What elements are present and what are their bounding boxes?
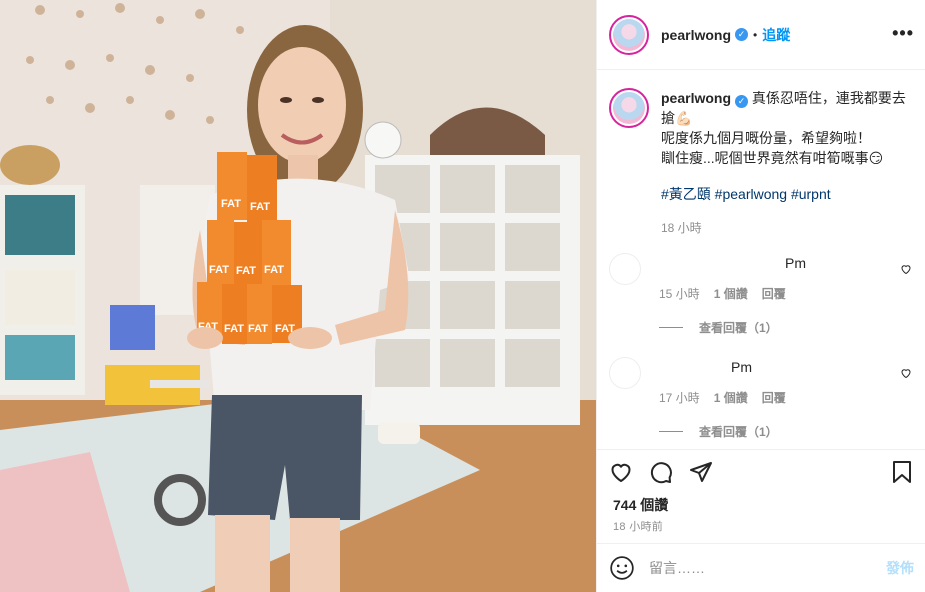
author-username[interactable]: pearlwong <box>661 27 731 43</box>
comment-time[interactable]: 17 小時 <box>659 391 700 405</box>
post-time-ago[interactable]: 18 小時前 <box>613 518 663 534</box>
photo-illustration: FAT FAT FAT FAT FAT FAT FAT FAT FAT <box>0 0 596 592</box>
comment-item: Pm 15 小時 1 個讚 回覆 查看回覆（1） <box>609 253 914 343</box>
comment-likes[interactable]: 1 個讚 <box>714 391 748 405</box>
svg-text:FAT: FAT <box>236 265 256 277</box>
instagram-post-modal: FAT FAT FAT FAT FAT FAT FAT FAT FAT pearlwong … <box>0 0 925 592</box>
follow-button[interactable]: 追蹤 <box>762 25 790 45</box>
comment-like-heart-icon[interactable] <box>900 367 912 379</box>
commenter-name[interactable]: Pm <box>785 255 806 271</box>
post-caption: pearlwong ✓ 真係忍唔住，連我都要去搶💪🏻 呢度係九個月嘅份量，希望夠啦… <box>609 88 909 238</box>
author-avatar[interactable] <box>609 14 649 55</box>
post-photo[interactable]: FAT FAT FAT FAT FAT FAT FAT FAT FAT <box>0 0 596 592</box>
svg-text:FAT: FAT <box>209 264 229 276</box>
comment-time[interactable]: 15 小時 <box>659 287 700 301</box>
commenter-name[interactable]: Pm <box>731 359 752 375</box>
commenter-avatar[interactable] <box>609 253 641 285</box>
share-icon[interactable] <box>689 460 713 484</box>
svg-text:FAT: FAT <box>224 323 244 335</box>
caption-hashtags[interactable]: #黃乙頤 #pearlwong #urpnt <box>661 184 909 204</box>
comment-meta: 15 小時 1 個讚 回覆 <box>659 285 800 302</box>
emoji-icon[interactable] <box>609 555 635 581</box>
svg-text:FAT: FAT <box>250 201 270 213</box>
comment-reply-button[interactable]: 回覆 <box>762 287 786 301</box>
comment-meta: 17 小時 1 個讚 回覆 <box>659 389 800 406</box>
caption-text-block: pearlwong ✓ 真係忍唔住，連我都要去搶💪🏻 呢度係九個月嘅份量，希望夠啦… <box>661 88 909 238</box>
bookmark-icon[interactable] <box>890 460 914 484</box>
caption-time[interactable]: 18 小時 <box>661 218 909 238</box>
svg-text:FAT: FAT <box>248 323 268 335</box>
likes-count[interactable]: 744 個讚 <box>613 495 668 515</box>
more-options-icon[interactable]: ••• <box>892 23 914 44</box>
caption-avatar[interactable] <box>609 88 649 128</box>
svg-text:FAT: FAT <box>221 198 241 210</box>
separator-dot: • <box>753 27 758 42</box>
comment-reply-button[interactable]: 回覆 <box>762 391 786 405</box>
heart-icon[interactable] <box>609 460 633 484</box>
view-replies-button[interactable]: 查看回覆（1） <box>659 319 778 336</box>
post-side-panel: pearlwong ✓ • 追蹤 ••• pearlwong ✓ 真係忍唔住，連我… <box>596 0 925 592</box>
caption-line-2: 呢度係九個月嘅份量，希望夠啦！ <box>661 130 871 146</box>
comment-input[interactable] <box>649 560 886 576</box>
add-comment-bar: 發佈 <box>597 543 925 592</box>
comment-like-heart-icon[interactable] <box>900 263 912 275</box>
comment-likes[interactable]: 1 個讚 <box>714 287 748 301</box>
post-actions: 744 個讚 18 小時前 <box>597 449 925 543</box>
verified-badge-icon: ✓ <box>735 28 749 41</box>
post-header: pearlwong ✓ • 追蹤 ••• <box>597 0 925 70</box>
commenter-avatar[interactable] <box>609 357 641 389</box>
caption-username[interactable]: pearlwong <box>661 90 731 106</box>
comment-icon[interactable] <box>649 460 673 484</box>
comment-item: Pm 17 小時 1 個讚 回覆 查看回覆（1） <box>609 357 914 447</box>
caption-line-3: 瞓住瘦...呢個世界竟然有咁筍嘅事😏 <box>661 150 884 166</box>
view-replies-button[interactable]: 查看回覆（1） <box>659 423 778 440</box>
svg-text:FAT: FAT <box>264 264 284 276</box>
post-comment-button[interactable]: 發佈 <box>886 558 914 578</box>
caption-verified-badge-icon: ✓ <box>735 95 749 108</box>
